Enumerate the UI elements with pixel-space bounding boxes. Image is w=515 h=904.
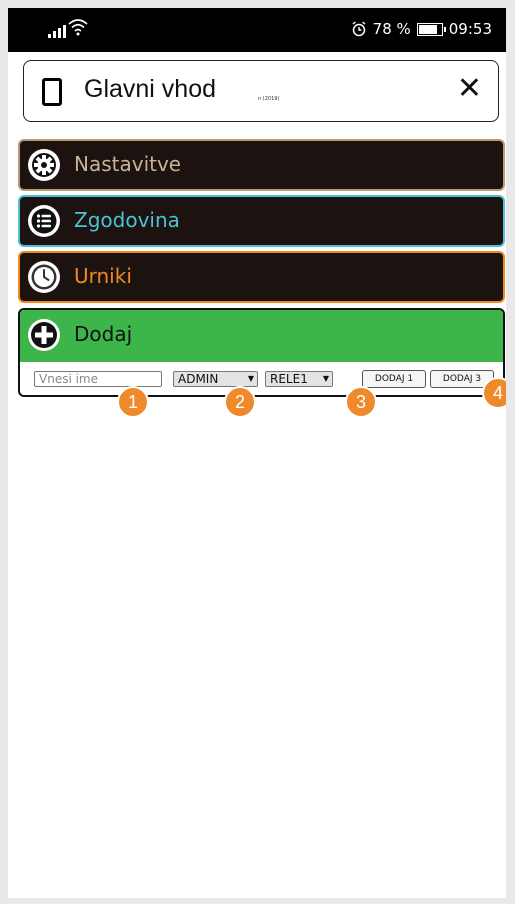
add-panel-header[interactable]: Dodaj	[20, 310, 503, 362]
device-header: Glavni vhod ✕	[23, 60, 499, 122]
name-input[interactable]: Vnesi ime	[34, 371, 162, 387]
add-form-row: Vnesi ime ADMIN ▼ RELE1 ▼ DODAJ 1 DODAJ …	[20, 362, 503, 395]
callout-badge-3: 3	[345, 386, 377, 418]
menu-item-label: Nastavitve	[74, 152, 182, 176]
plus-icon	[28, 319, 60, 351]
wifi-icon	[68, 19, 88, 36]
phone-screen: 78 % 09:53 Glavni vhod ✕ Nastavitve Zgod…	[8, 8, 506, 898]
menu-item-urniki[interactable]: Urniki	[18, 251, 505, 303]
add-panel: Dodaj Vnesi ime ADMIN ▼ RELE1 ▼ DODAJ 1 …	[18, 308, 505, 397]
add-panel-label: Dodaj	[74, 322, 133, 346]
callout-badge-4: 4	[482, 377, 506, 409]
gear-icon	[28, 149, 60, 181]
relay-select-value: RELE1	[270, 372, 308, 386]
list-icon	[28, 205, 60, 237]
footnote-text: n (2019)	[258, 96, 280, 102]
menu-item-label: Zgodovina	[74, 208, 180, 232]
signal-icon	[48, 22, 66, 38]
alarm-clock-icon	[352, 21, 366, 37]
clock-time: 09:53	[448, 20, 492, 38]
page-title: Glavni vhod	[84, 75, 217, 103]
menu-item-label: Urniki	[74, 264, 132, 288]
callout-badge-2: 2	[224, 386, 256, 418]
menu-item-zgodovina[interactable]: Zgodovina	[18, 195, 505, 247]
relay-select[interactable]: RELE1 ▼	[265, 371, 333, 387]
chevron-down-icon: ▼	[322, 374, 329, 383]
status-bar: 78 % 09:53	[8, 8, 506, 52]
phone-icon	[42, 78, 62, 106]
add-1-button[interactable]: DODAJ 1	[362, 370, 426, 388]
chevron-down-icon: ▼	[247, 374, 254, 383]
menu-item-nastavitve[interactable]: Nastavitve	[18, 139, 505, 191]
battery-percent: 78 %	[372, 20, 411, 38]
clock-icon	[28, 261, 60, 293]
close-icon[interactable]: ✕	[457, 71, 482, 106]
role-select[interactable]: ADMIN ▼	[173, 371, 258, 387]
callout-badge-1: 1	[117, 386, 149, 418]
role-select-value: ADMIN	[178, 372, 219, 386]
battery-icon	[416, 22, 446, 36]
